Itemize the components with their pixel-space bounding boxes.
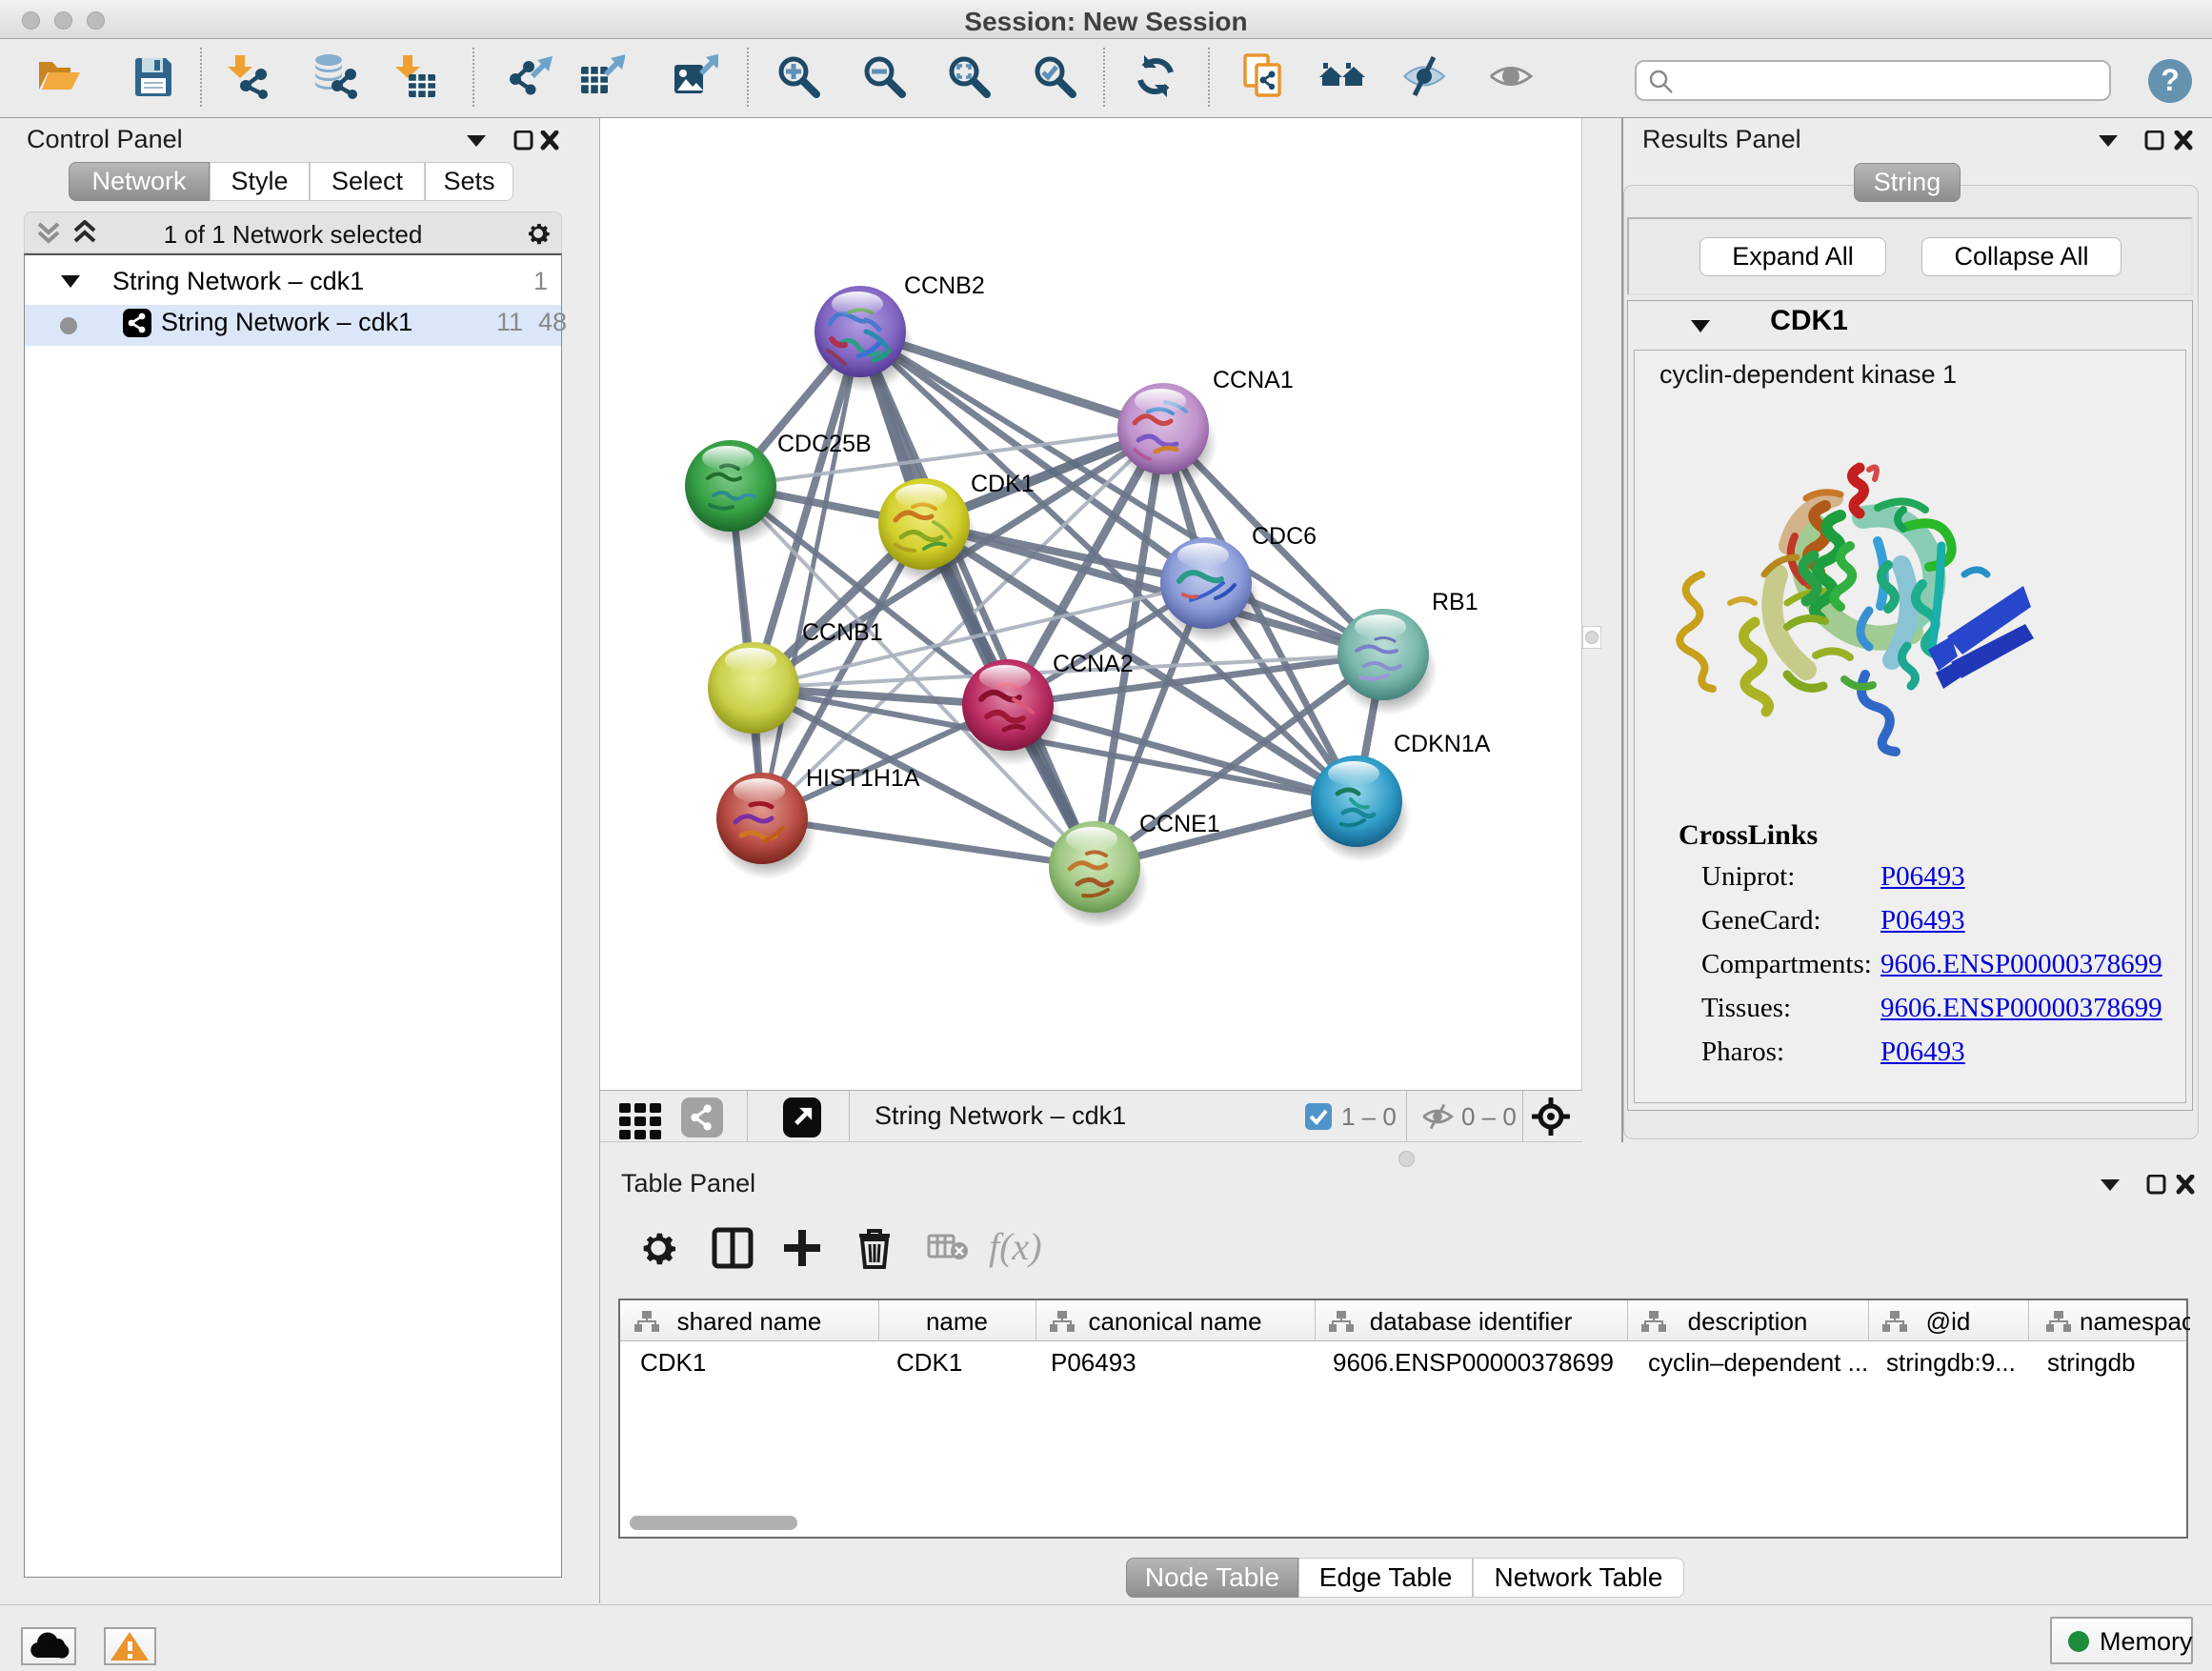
svg-text:RB1: RB1	[1432, 589, 1478, 615]
svg-text:CDC6: CDC6	[1252, 523, 1317, 550]
svg-text:CCNE1: CCNE1	[1139, 811, 1220, 837]
svg-text:HIST1H1A: HIST1H1A	[806, 765, 920, 792]
svg-text:CCNA2: CCNA2	[1053, 651, 1134, 677]
svg-text:CCNA1: CCNA1	[1213, 367, 1294, 393]
svg-text:CCNB2: CCNB2	[904, 272, 985, 299]
svg-text:CDC25B: CDC25B	[777, 431, 872, 457]
svg-text:CDKN1A: CDKN1A	[1394, 731, 1491, 757]
svg-text:CDK1: CDK1	[971, 471, 1035, 497]
svg-text:CCNB1: CCNB1	[802, 619, 883, 646]
